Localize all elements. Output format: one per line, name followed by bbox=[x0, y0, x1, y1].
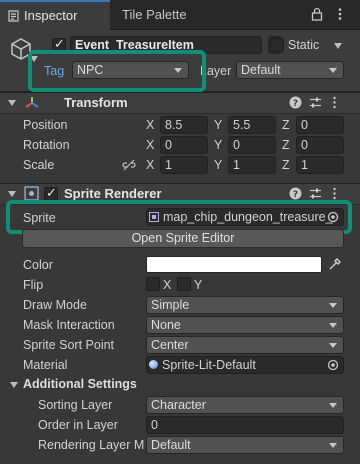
lock-icon[interactable] bbox=[310, 7, 324, 21]
sprite-sort-point-label: Sprite Sort Point bbox=[23, 338, 115, 352]
preset-sliders-icon[interactable] bbox=[309, 96, 322, 109]
chevron-down-icon bbox=[329, 443, 337, 448]
position-z-axis[interactable]: Z bbox=[282, 118, 290, 132]
additional-settings-title[interactable]: Additional Settings bbox=[23, 377, 137, 391]
scale-x-axis[interactable]: X bbox=[146, 158, 154, 172]
mask-interaction-label: Mask Interaction bbox=[23, 318, 115, 332]
component-menu-icon[interactable] bbox=[328, 187, 341, 200]
transform-collapse-icon[interactable] bbox=[8, 100, 16, 106]
chevron-down-icon bbox=[329, 323, 337, 328]
tab-inspector[interactable]: Inspector bbox=[0, 0, 110, 30]
object-picker-icon[interactable] bbox=[327, 359, 339, 371]
more-options-icon[interactable] bbox=[333, 7, 347, 21]
sprite-sort-point-dropdown[interactable]: Center bbox=[146, 336, 344, 354]
static-label: Static bbox=[288, 38, 320, 52]
sprite-renderer-title: Sprite Renderer bbox=[64, 186, 162, 201]
tab-tile-palette-label: Tile Palette bbox=[122, 7, 187, 22]
flip-x-checkbox[interactable] bbox=[146, 277, 160, 291]
rotation-x-axis[interactable]: X bbox=[146, 138, 154, 152]
position-y-field[interactable]: 5.5 bbox=[228, 116, 276, 134]
scale-z-field[interactable]: 1 bbox=[296, 156, 344, 174]
chevron-down-icon bbox=[329, 303, 337, 308]
sprite-sort-point-value: Center bbox=[151, 338, 189, 352]
rotation-y-axis[interactable]: Y bbox=[214, 138, 222, 152]
rendering-layer-mask-label: Rendering Layer M bbox=[38, 438, 144, 452]
scale-label: Scale bbox=[23, 158, 55, 172]
sprite-renderer-enabled-checkbox[interactable] bbox=[44, 185, 58, 201]
flip-x-label: X bbox=[163, 278, 172, 292]
flip-y-checkbox[interactable] bbox=[177, 277, 191, 291]
tab-inspector-label: Inspector bbox=[24, 8, 78, 23]
chevron-down-icon bbox=[329, 68, 337, 73]
color-label: Color bbox=[23, 258, 53, 272]
transform-title: Transform bbox=[64, 95, 128, 110]
flip-label: Flip bbox=[23, 278, 44, 292]
rotation-label: Rotation bbox=[23, 138, 70, 152]
inspector-icon bbox=[8, 10, 19, 22]
sprite-renderer-icon bbox=[24, 186, 39, 201]
transform-axes-icon bbox=[25, 97, 39, 108]
scale-x-field[interactable]: 1 bbox=[160, 156, 208, 174]
static-dropdown-arrow-icon[interactable] bbox=[334, 43, 342, 49]
material-object-field[interactable]: Sprite-Lit-Default bbox=[146, 356, 344, 374]
chevron-down-icon bbox=[329, 343, 337, 348]
draw-mode-value: Simple bbox=[151, 298, 190, 312]
layer-value: Default bbox=[241, 63, 281, 77]
tab-tile-palette[interactable]: Tile Palette bbox=[110, 0, 220, 30]
position-x-axis[interactable]: X bbox=[146, 118, 154, 132]
chevron-down-icon bbox=[329, 403, 337, 408]
order-in-layer-field[interactable]: 0 bbox=[146, 416, 344, 434]
material-label: Material bbox=[23, 358, 68, 372]
rendering-layer-mask-dropdown[interactable]: Default bbox=[146, 436, 344, 454]
mask-interaction-dropdown[interactable]: None bbox=[146, 316, 344, 334]
position-x-field[interactable]: 8.5 bbox=[160, 116, 208, 134]
help-icon[interactable]: ? bbox=[289, 187, 302, 200]
scale-y-field[interactable]: 1 bbox=[228, 156, 276, 174]
rotation-x-field[interactable]: 0 bbox=[160, 136, 208, 154]
svg-text:?: ? bbox=[293, 99, 298, 109]
sprite-renderer-collapse-icon[interactable] bbox=[8, 191, 16, 197]
constrain-proportions-link-icon[interactable] bbox=[122, 159, 136, 171]
sorting-layer-value: Character bbox=[151, 398, 206, 412]
material-value: Sprite-Lit-Default bbox=[162, 358, 256, 372]
position-z-field[interactable]: 0 bbox=[296, 116, 344, 134]
position-label: Position bbox=[23, 118, 68, 132]
rotation-z-field[interactable]: 0 bbox=[296, 136, 344, 154]
draw-mode-dropdown[interactable]: Simple bbox=[146, 296, 344, 314]
rendering-layer-mask-value: Default bbox=[151, 438, 191, 452]
draw-mode-label: Draw Mode bbox=[23, 298, 87, 312]
transform-header[interactable] bbox=[0, 92, 360, 114]
open-sprite-editor-button[interactable]: Open Sprite Editor bbox=[22, 229, 344, 248]
mask-interaction-value: None bbox=[151, 318, 181, 332]
layer-dropdown[interactable]: Default bbox=[236, 61, 344, 79]
svg-text:?: ? bbox=[293, 190, 298, 200]
eyedropper-icon[interactable] bbox=[328, 257, 342, 271]
flip-y-label: Y bbox=[194, 278, 203, 292]
material-sphere-icon bbox=[149, 360, 158, 369]
color-swatch[interactable] bbox=[146, 256, 322, 273]
sorting-layer-dropdown[interactable]: Character bbox=[146, 396, 344, 414]
rotation-y-field[interactable]: 0 bbox=[228, 136, 276, 154]
scale-z-axis[interactable]: Z bbox=[282, 158, 290, 172]
scale-y-axis[interactable]: Y bbox=[214, 158, 222, 172]
rotation-z-axis[interactable]: Z bbox=[282, 138, 290, 152]
static-checkbox[interactable] bbox=[270, 38, 284, 52]
component-menu-icon[interactable] bbox=[328, 96, 341, 109]
preset-sliders-icon[interactable] bbox=[309, 187, 322, 200]
additional-settings-collapse-icon[interactable] bbox=[10, 382, 18, 388]
sorting-layer-label: Sorting Layer bbox=[38, 398, 113, 412]
tab-bar: Inspector Tile Palette bbox=[0, 0, 360, 30]
tag-highlight-box bbox=[28, 50, 206, 92]
position-y-axis[interactable]: Y bbox=[214, 118, 222, 132]
order-in-layer-label: Order in Layer bbox=[38, 418, 118, 432]
help-icon[interactable]: ? bbox=[289, 96, 302, 109]
